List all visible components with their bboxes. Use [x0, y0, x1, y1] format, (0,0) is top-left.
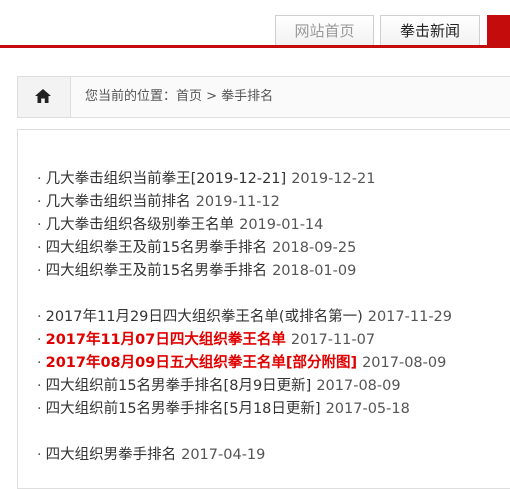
nav-tab-boxing-news[interactable]: 拳击新闻 [380, 15, 480, 47]
bullet-icon: · [37, 355, 42, 371]
list-item: · 四大组织拳王及前15名男拳手排名 2018-01-09 [37, 260, 507, 283]
home-icon [35, 89, 51, 103]
list-item-date: 2019-12-21 [291, 171, 376, 187]
nav-tab-active[interactable] [487, 15, 510, 47]
bullet-icon: · [37, 217, 42, 233]
list-item: · 2017年08月09日五大组织拳王名单[部分附图] 2017-08-09 [37, 352, 507, 375]
bullet-icon: · [37, 240, 42, 256]
ranking-list-group-3: · 四大组织男拳手排名 2017-04-19 [37, 444, 507, 467]
top-navigation: 网站首页 拳击新闻 [0, 0, 510, 48]
bullet-icon: · [37, 378, 42, 394]
list-item-date: 2017-11-29 [367, 309, 453, 325]
list-item: · 2017年11月29日四大组织拳王名单(或排名第一) 2017-11-29 [37, 306, 507, 329]
list-item-link[interactable]: 2017年08月09日五大组织拳王名单[部分附图] [46, 355, 357, 371]
list-item-link[interactable]: 2017年11月07日四大组织拳王名单 [46, 332, 286, 348]
breadcrumb: 您当前的位置：首页 > 拳手排名 [17, 76, 510, 118]
list-item-link[interactable]: 四大组织拳王及前15名男拳手排名 [46, 240, 267, 256]
list-item-date: 2017-08-09 [362, 355, 447, 371]
list-item: · 四大组织前15名男拳手排名[8月9日更新] 2017-08-09 [37, 375, 507, 398]
list-item-link[interactable]: 几大拳击组织当前排名 [46, 194, 191, 210]
bullet-icon: · [37, 309, 42, 325]
bullet-icon: · [37, 194, 42, 210]
bullet-icon: · [37, 332, 42, 348]
list-item-link[interactable]: 四大组织拳王及前15名男拳手排名 [46, 263, 267, 279]
list-item-link[interactable]: 四大组织男拳手排名 [46, 447, 177, 463]
nav-tab-home[interactable]: 网站首页 [275, 15, 374, 47]
list-item-link[interactable]: 四大组织前15名男拳手排名[5月18日更新] [46, 401, 321, 417]
bullet-icon: · [37, 171, 42, 187]
list-item-date: 2018-01-09 [272, 263, 357, 279]
bullet-icon: · [37, 401, 42, 417]
list-item-date: 2019-01-14 [239, 217, 324, 233]
bullet-icon: · [37, 263, 42, 279]
list-item-link[interactable]: 几大拳击组织各级别拳王名单 [46, 217, 235, 233]
list-item: · 几大拳击组织当前拳王[2019-12-21] 2019-12-21 [37, 168, 507, 191]
breadcrumb-text: 您当前的位置：首页 > 拳手排名 [85, 89, 274, 104]
list-item: · 四大组织前15名男拳手排名[5月18日更新] 2017-05-18 [37, 398, 507, 421]
bullet-icon: · [37, 447, 42, 463]
breadcrumb-home-link[interactable] [18, 77, 71, 117]
list-item-link[interactable]: 2017年11月29日四大组织拳王名单(或排名第一) [46, 309, 363, 325]
list-item-date: 2017-11-07 [290, 332, 376, 348]
list-item: · 四大组织男拳手排名 2017-04-19 [37, 444, 507, 467]
ranking-list-group-1: · 几大拳击组织当前拳王[2019-12-21] 2019-12-21 · 几大拳击组织… [37, 168, 507, 283]
list-item-link[interactable]: 四大组织前15名男拳手排名[8月9日更新] [46, 378, 312, 394]
list-item-date: 2017-05-18 [325, 401, 410, 417]
ranking-list-group-2: · 2017年11月29日四大组织拳王名单(或排名第一) 2017-11-29 · 20… [37, 306, 507, 421]
list-item-date: 2018-09-25 [272, 240, 357, 256]
list-item-date: 2017-04-19 [181, 447, 266, 463]
list-item-date: 2017-08-09 [316, 378, 401, 394]
list-item-date: 2019-11-12 [195, 194, 280, 210]
list-item: · 几大拳击组织各级别拳王名单 2019-01-14 [37, 214, 507, 237]
list-item: · 2017年11月07日四大组织拳王名单 2017-11-07 [37, 329, 507, 352]
list-item: · 几大拳击组织当前排名 2019-11-12 [37, 191, 507, 214]
list-item: · 四大组织拳王及前15名男拳手排名 2018-09-25 [37, 237, 507, 260]
nav-divider [0, 45, 510, 48]
list-item-link[interactable]: 几大拳击组织当前拳王[2019-12-21] [46, 171, 287, 187]
